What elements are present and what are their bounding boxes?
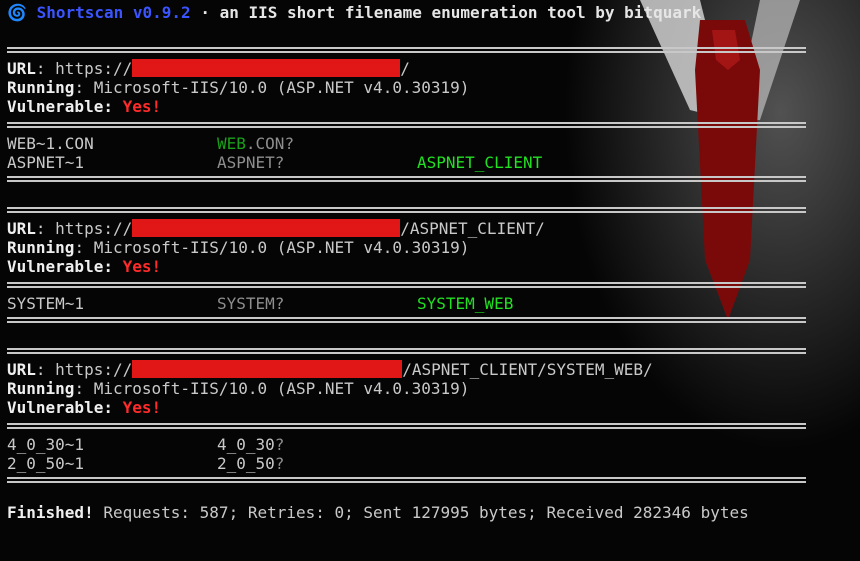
banner: 🌀 Shortscan v0.9.2 · an IIS short filena… xyxy=(7,0,852,26)
result-row: SYSTEM~1 SYSTEM? SYSTEM_WEB xyxy=(7,294,514,313)
running-line: Running: Microsoft-IIS/10.0 (ASP.NET v4.… xyxy=(7,78,470,97)
finished-label: Finished! xyxy=(7,503,94,522)
result-row: WEB~1.CON WEB.CON? xyxy=(7,134,295,153)
result-row: 4_0_30~1 4_0_30? xyxy=(7,435,285,454)
app-name: Shortscan v0.9.2 xyxy=(36,3,191,22)
vulnerable-status: Yes! xyxy=(122,398,162,417)
vulnerable-line: Vulnerable: Yes! xyxy=(7,257,162,276)
result-row: 2_0_50~1 2_0_50? xyxy=(7,454,285,473)
summary-stats: Requests: 587; Retries: 0; Sent 127995 b… xyxy=(93,503,749,522)
vulnerable-status: Yes! xyxy=(122,257,162,276)
url-line: URL: https:///ASPNET_CLIENT/ xyxy=(7,219,545,238)
url-line: URL: https:///ASPNET_CLIENT/SYSTEM_WEB/ xyxy=(7,360,653,379)
summary-line: Finished! Requests: 587; Retries: 0; Sen… xyxy=(7,503,852,522)
running-line: Running: Microsoft-IIS/10.0 (ASP.NET v4.… xyxy=(7,379,470,398)
vulnerable-line: Vulnerable: Yes! xyxy=(7,97,162,116)
result-row: ASPNET~1 ASPNET? ASPNET_CLIENT xyxy=(7,153,543,172)
tagline: · an IIS short filename enumeration tool… xyxy=(190,3,702,22)
redacted-host xyxy=(132,219,401,237)
redacted-host xyxy=(132,360,403,378)
redacted-host xyxy=(132,59,401,77)
running-line: Running: Microsoft-IIS/10.0 (ASP.NET v4.… xyxy=(7,238,470,257)
terminal-output: 🌀 Shortscan v0.9.2 · an IIS short filena… xyxy=(7,0,852,522)
vulnerable-status: Yes! xyxy=(122,97,162,116)
vulnerable-line: Vulnerable: Yes! xyxy=(7,398,162,417)
url-line: URL: https:/// xyxy=(7,59,410,78)
spiral-icon: 🌀 xyxy=(7,3,27,22)
